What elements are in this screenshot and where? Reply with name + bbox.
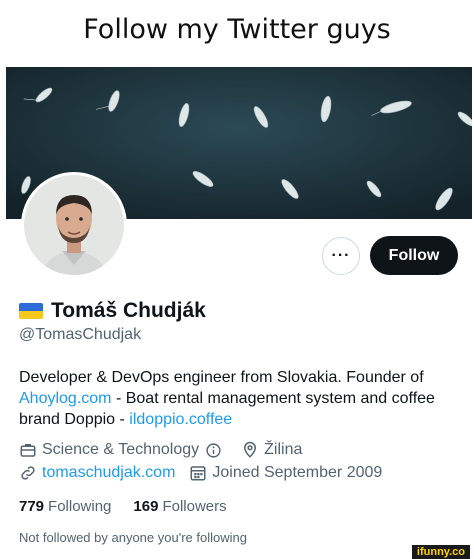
following-count: 779 (19, 498, 45, 515)
calendar-icon (190, 466, 206, 481)
avatar[interactable] (21, 172, 127, 278)
followers-label: Followers (162, 498, 227, 515)
joined-item: Joined September 2009 (189, 464, 382, 482)
stats-row: 779 Following 169 Followers (19, 498, 249, 515)
more-dots-icon: ··· (331, 247, 351, 264)
bio-link-ahoylog[interactable]: Ahoylog.com (19, 390, 112, 407)
followers-link[interactable]: 169 Followers (133, 498, 226, 515)
ukraine-flag-icon (19, 303, 43, 319)
handle: @TomasChudjak (19, 326, 142, 343)
following-label: Following (48, 498, 112, 515)
bio-text: brand Doppio - (19, 411, 130, 428)
location-pin-icon (244, 441, 257, 458)
follow-button[interactable]: Follow (370, 236, 458, 275)
briefcase-icon (20, 444, 36, 457)
bio-link-doppio[interactable]: ildoppio.coffee (129, 411, 232, 428)
more-options-button[interactable]: ··· (322, 237, 360, 275)
name-row: Tomáš Chudják (19, 299, 206, 323)
not-followed-note: Not followed by anyone you're following (19, 530, 247, 545)
meme-caption: Follow my Twitter guys (83, 14, 391, 45)
link-icon (21, 466, 35, 480)
location-label: Žilina (264, 441, 303, 458)
meta-row-2: tomaschudjak.com Joined September 2009 (19, 464, 396, 482)
following-link[interactable]: 779 Following (19, 498, 111, 515)
display-name: Tomáš Chudják (51, 299, 206, 322)
followers-count: 169 (133, 498, 159, 515)
meta-row-1: Science & Technology Žilina (19, 441, 316, 459)
avatar-photo (24, 175, 124, 275)
bio-text: - Boat rental management system and coff… (111, 390, 435, 407)
location-item: Žilina (241, 441, 302, 459)
website-link[interactable]: tomaschudjak.com (42, 464, 175, 482)
joined-label: Joined September 2009 (212, 464, 383, 481)
website-item: tomaschudjak.com (19, 464, 175, 482)
bio-text: Developer & DevOps engineer from Slovaki… (19, 369, 424, 386)
info-icon[interactable] (205, 442, 222, 459)
category-label: Science & Technology (42, 441, 200, 458)
watermark: ifunny.co (411, 545, 470, 559)
bio: Developer & DevOps engineer from Slovaki… (19, 367, 459, 430)
category-item: Science & Technology (19, 441, 227, 459)
